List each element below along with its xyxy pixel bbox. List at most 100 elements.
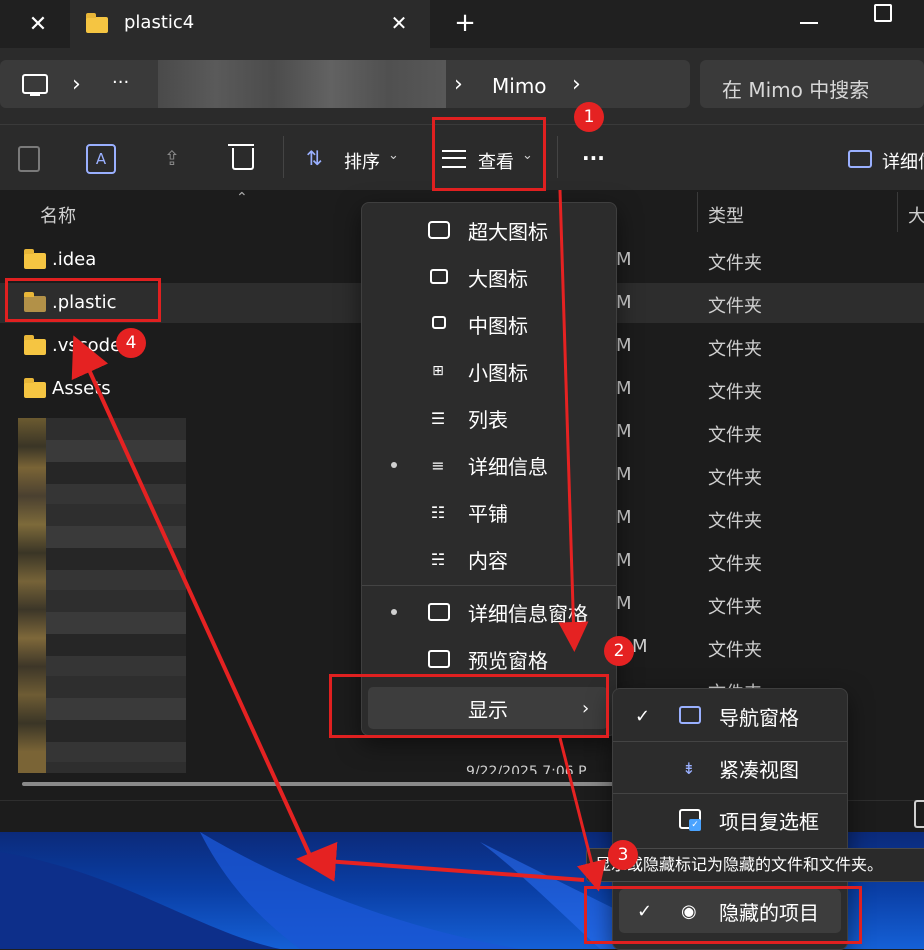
- menu-item-medium-icons[interactable]: 中图标: [362, 301, 616, 347]
- tab-label: plastic4: [124, 12, 195, 33]
- annotation-badge-2: 2: [604, 636, 634, 666]
- breadcrumb-separator[interactable]: ›: [72, 72, 81, 97]
- file-date-partial: 9/22/2025 7:06 P: [466, 764, 587, 774]
- file-type: 文件夹: [708, 425, 762, 446]
- close-window-icon[interactable]: ✕: [18, 6, 58, 42]
- menu-divider: [362, 585, 616, 586]
- preview-pane-icon: [428, 650, 450, 668]
- content-icon: ☵: [430, 549, 446, 569]
- column-divider: [897, 192, 898, 232]
- file-date: M: [616, 292, 632, 313]
- more-options-button[interactable]: ···: [582, 146, 605, 170]
- details-pane-icon: [428, 603, 450, 621]
- annotation-box-show: [329, 674, 609, 738]
- computer-icon[interactable]: [22, 74, 48, 94]
- blurred-icons: [18, 418, 46, 773]
- menu-item-tiles[interactable]: ☷ 平铺: [362, 489, 616, 535]
- breadcrumb-separator[interactable]: ›: [572, 72, 581, 97]
- file-type: 文件夹: [708, 296, 762, 317]
- menu-item-large-icons[interactable]: 大图标: [362, 254, 616, 300]
- tiles-icon: ☷: [430, 502, 446, 522]
- menu-label: 中图标: [468, 313, 528, 338]
- breadcrumb-separator[interactable]: ›: [454, 72, 463, 97]
- toolbar-divider: [557, 136, 558, 178]
- menu-item-list[interactable]: ☰ 列表: [362, 395, 616, 441]
- sort-icon[interactable]: ⇅: [306, 146, 323, 170]
- menu-divider: [613, 741, 847, 742]
- menu-label: 列表: [468, 407, 508, 432]
- menu-label: 详细信息窗格: [468, 601, 588, 626]
- menu-item-extra-large-icons[interactable]: 超大图标: [362, 207, 616, 253]
- file-date: M: [616, 378, 632, 399]
- menu-item-details[interactable]: ≡ 详细信息: [362, 442, 616, 488]
- file-date: M: [616, 421, 632, 442]
- folder-icon: [24, 378, 46, 398]
- menu-label: 项目复选框: [719, 809, 819, 834]
- maximize-icon[interactable]: [874, 4, 892, 22]
- share-icon[interactable]: ⇪: [158, 144, 186, 172]
- menu-item-compact-view[interactable]: ⇟ 紧凑视图: [613, 745, 847, 791]
- toolbar-divider: [283, 136, 284, 178]
- file-type: 文件夹: [708, 554, 762, 575]
- delete-icon[interactable]: [232, 148, 254, 170]
- details-pane-button[interactable]: 详细信: [882, 148, 924, 174]
- sort-up-icon: ⌃: [236, 190, 248, 206]
- search-placeholder: 在 Mimo 中搜索: [722, 78, 870, 102]
- file-name[interactable]: .idea: [52, 249, 96, 270]
- file-date: M: [616, 464, 632, 485]
- delete-icon-lid: [228, 144, 254, 146]
- annotation-badge-3: 3: [608, 840, 638, 870]
- menu-item-details-pane[interactable]: 详细信息窗格: [362, 589, 616, 635]
- paste-icon[interactable]: [18, 146, 40, 172]
- annotation-box-view: [432, 117, 546, 191]
- menu-label: 详细信息: [468, 454, 548, 479]
- column-header-type[interactable]: 类型: [708, 202, 744, 228]
- menu-item-item-checkbox[interactable]: ✓ 项目复选框: [613, 797, 847, 843]
- new-tab-button[interactable]: +: [448, 6, 482, 40]
- file-date: M: [632, 636, 648, 657]
- menu-item-navigation-pane[interactable]: ✓ 导航窗格: [613, 693, 847, 739]
- menu-item-content[interactable]: ☵ 内容: [362, 536, 616, 582]
- details-pane-icon[interactable]: [848, 150, 872, 168]
- check-icon: ✓: [635, 705, 651, 727]
- file-date: M: [616, 249, 632, 270]
- checkbox-check-icon: ✓: [689, 819, 701, 831]
- annotation-box-hidden: [584, 886, 862, 944]
- file-date: M: [616, 507, 632, 528]
- file-type: 文件夹: [708, 339, 762, 360]
- minimize-icon[interactable]: [800, 22, 818, 24]
- navigation-pane-icon: [679, 706, 701, 724]
- computer-stand: [30, 94, 40, 96]
- menu-item-small-icons[interactable]: ⊞ 小图标: [362, 348, 616, 394]
- view-toggle-icon[interactable]: [914, 800, 924, 828]
- column-header-size[interactable]: 大: [908, 202, 924, 228]
- blurred-path: [158, 60, 446, 108]
- sort-button[interactable]: 排序: [344, 148, 380, 174]
- column-header-name[interactable]: 名称: [40, 202, 76, 228]
- file-name[interactable]: Assets: [52, 378, 111, 399]
- menu-label: 超大图标: [468, 219, 548, 244]
- file-date: M: [616, 550, 632, 571]
- blurred-names: [46, 418, 186, 773]
- close-tab-icon[interactable]: ✕: [384, 8, 414, 38]
- menu-label: 小图标: [468, 360, 528, 385]
- rename-icon[interactable]: A: [86, 144, 116, 174]
- medium-icons-icon: [432, 316, 446, 329]
- small-icons-icon: ⊞: [432, 363, 444, 379]
- menu-label: 导航窗格: [719, 705, 799, 730]
- file-type: 文件夹: [708, 640, 762, 661]
- breadcrumb-mimo[interactable]: Mimo: [492, 74, 547, 98]
- file-type: 文件夹: [708, 511, 762, 532]
- file-date: M: [616, 593, 632, 614]
- annotation-badge-4: 4: [116, 328, 146, 358]
- menu-label: 内容: [468, 548, 508, 573]
- list-icon: ☰: [430, 408, 446, 428]
- view-menu: 超大图标 大图标 中图标 ⊞ 小图标 ☰ 列表 ≡ 详细信息 ☷ 平铺 ☵ 内容…: [361, 202, 617, 736]
- extra-large-icons-icon: [428, 221, 450, 239]
- folder-icon: [86, 13, 108, 33]
- file-name[interactable]: .vscode: [52, 335, 121, 356]
- menu-label: 大图标: [468, 266, 528, 291]
- file-type: 文件夹: [708, 382, 762, 403]
- breadcrumb-overflow[interactable]: ···: [112, 72, 129, 93]
- annotation-box-plastic: [5, 278, 161, 322]
